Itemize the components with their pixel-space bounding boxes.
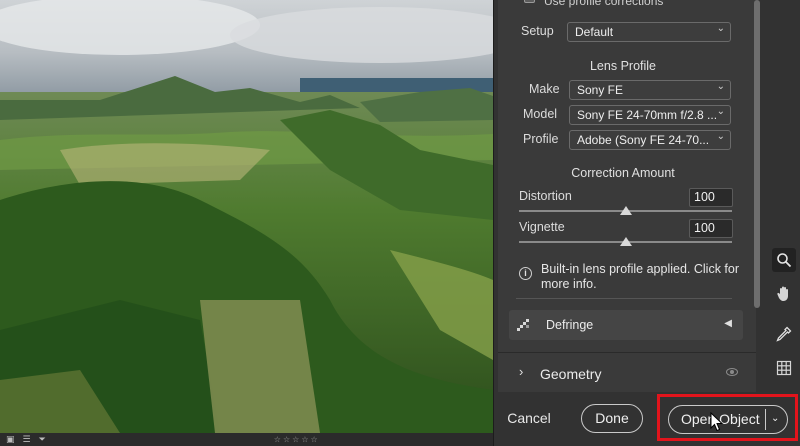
chevron-down-icon: ⌄ [716,23,725,34]
eyedropper-icon [776,326,792,342]
lens-profile-info-link[interactable]: Built-in lens profile applied. Click for… [541,262,741,292]
use-profile-corrections-label: Use profile corrections [544,0,664,8]
correction-amount-heading: Correction Amount [571,166,675,180]
defringe-label: Defringe [546,318,594,332]
info-icon: i [519,267,532,280]
star-rating[interactable]: ☆☆☆☆☆ [274,435,320,444]
aerial-landscape-image [0,0,493,433]
hand-tool-button[interactable] [772,282,796,306]
use-profile-corrections-checkbox[interactable] [524,0,535,3]
geometry-section-header[interactable]: › Geometry [498,353,756,392]
collapse-arrow-icon: ◀ [724,318,732,329]
chevron-down-icon: ⌄ [716,131,725,142]
make-label: Make [529,82,560,96]
scrollbar-thumb[interactable] [754,0,760,308]
profile-label: Profile [523,132,559,146]
grid-tool-button[interactable] [772,356,796,380]
lens-profile-heading: Lens Profile [589,59,656,73]
distortion-label: Distortion [519,189,572,203]
open-object-highlight: Open Object ⌄ [657,394,798,441]
visibility-eye-icon[interactable] [726,368,738,376]
profile-select[interactable]: Adobe (Sony FE 24-70... ⌄ [569,130,731,150]
optics-section: Use profile corrections Setup Default ⌄ … [498,0,756,392]
mouse-cursor-icon [710,412,724,432]
open-object-button[interactable]: Open Object ⌄ [668,405,788,434]
panel-scrollbar[interactable] [752,0,762,310]
button-divider [765,409,766,430]
tool-strip [770,244,798,394]
zoom-tool-button[interactable] [772,248,796,272]
chevron-down-icon[interactable]: ⌄ [771,406,779,432]
model-label: Model [523,107,558,121]
hand-icon [777,286,788,301]
setup-value: Default [575,25,614,39]
defringe-icon [517,319,529,331]
setup-label: Setup [521,24,554,38]
distortion-value-input[interactable]: 100 [689,188,733,207]
photo-preview[interactable] [0,0,493,433]
divider [516,298,732,299]
make-select[interactable]: Sony FE ⌄ [569,80,731,100]
setup-select[interactable]: Default ⌄ [567,22,731,42]
filmstrip-bar: ▣ ☰ ⏷ ☆☆☆☆☆ [0,433,493,446]
defringe-section-header[interactable]: Defringe ◀ [509,310,743,340]
chevron-down-icon: ⌄ [716,106,725,117]
done-button[interactable]: Done [581,404,643,433]
chevron-right-icon: › [519,364,524,379]
cancel-button[interactable]: Cancel [501,404,557,432]
zoom-icon [777,253,792,268]
make-value: Sony FE [577,83,624,97]
vignette-slider-thumb[interactable] [619,237,632,246]
model-select[interactable]: Sony FE 24-70mm f/2.8 ... ⌄ [569,105,731,125]
geometry-label: Geometry [540,366,602,382]
eyedropper-tool-button[interactable] [772,322,796,346]
model-value: Sony FE 24-70mm f/2.8 ... [577,108,718,122]
distortion-slider-thumb[interactable] [619,206,632,215]
vignette-value-input[interactable]: 100 [689,219,733,238]
lens-correction-panel: Use profile corrections Setup Default ⌄ … [493,0,800,446]
profile-value: Adobe (Sony FE 24-70... [577,133,710,147]
list-icon[interactable]: ☰ [23,435,31,444]
chevron-down-icon: ⌄ [716,81,725,92]
grid-icon [776,360,792,376]
vignette-label: Vignette [519,220,565,234]
filmstrip-icon[interactable]: ▣ [6,435,15,444]
filter-icon[interactable]: ⏷ [39,435,46,444]
